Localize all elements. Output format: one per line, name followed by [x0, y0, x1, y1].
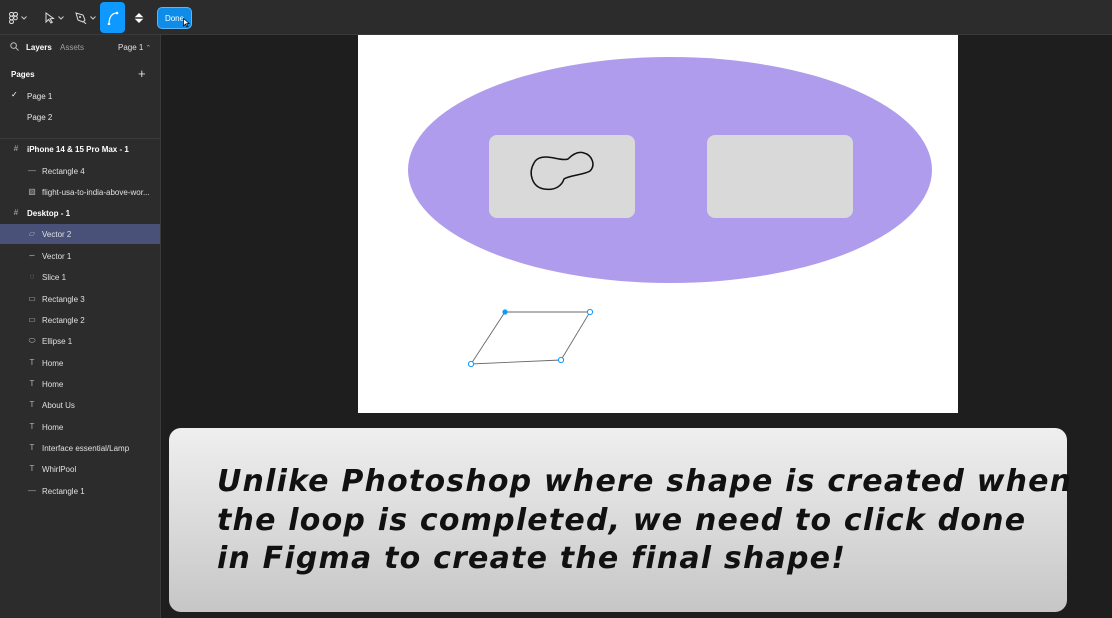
layer-rectangle-2[interactable]: ▭ Rectangle 2 [0, 310, 160, 330]
layer-text-home[interactable]: T Home [0, 353, 160, 373]
layer-label: Interface essential/Lamp [42, 444, 130, 453]
text-icon: T [29, 358, 35, 367]
page-item-page-2[interactable]: Page 2 [0, 107, 161, 127]
layer-text-home[interactable]: T Home [0, 374, 160, 394]
layer-text-home[interactable]: T Home [0, 417, 160, 437]
rectangle-icon: ▭ [28, 294, 36, 303]
tab-layers[interactable]: Layers [26, 43, 52, 52]
layer-label: Vector 1 [42, 252, 72, 261]
layer-label: Slice 1 [42, 273, 67, 282]
pages-header: Pages + [0, 67, 161, 83]
pages-heading: Pages [11, 70, 35, 79]
layer-label: Home [42, 423, 64, 432]
tutorial-caption: Unlike Photoshop where shape is created … [169, 428, 1071, 612]
anchor-point[interactable] [467, 360, 475, 368]
desktop-frame[interactable] [358, 35, 958, 413]
caption-line-2: the loop is completed, we need to click … [217, 503, 1027, 538]
pen-tool-button[interactable] [73, 4, 97, 31]
layer-label: Vector 2 [42, 230, 72, 239]
layer-text-about-us[interactable]: T About Us [0, 395, 160, 415]
ellipse-icon: ⬭ [28, 336, 36, 345]
caption-line-1: Unlike Photoshop where shape is created … [217, 464, 1073, 499]
text-icon: T [29, 443, 35, 452]
page-item-page-1[interactable]: ✓ Page 1 [0, 86, 161, 106]
layer-label: Rectangle 2 [42, 316, 85, 325]
text-icon: T [29, 379, 35, 388]
layer-label: flight-usa-to-india-above-wor... [42, 188, 150, 197]
line-icon: — [28, 166, 36, 175]
vector-2[interactable] [467, 308, 594, 368]
chevron-down-icon [89, 15, 96, 20]
layer-label: Home [42, 359, 64, 368]
page-selector[interactable]: Page 1 ⌃ [118, 43, 151, 52]
layer-label: Desktop - 1 [27, 209, 71, 218]
layer-label: Rectangle 1 [42, 487, 85, 496]
layer-text-whirlpool[interactable]: T WhirlPool [0, 459, 160, 479]
layer-label: Rectangle 3 [42, 295, 85, 304]
layer-flight-image[interactable]: ▧ flight-usa-to-india-above-wor... [0, 182, 160, 202]
paint-bucket-icon [134, 12, 144, 23]
layer-label: iPhone 14 & 15 Pro Max - 1 [27, 145, 129, 154]
vector-icon: ▱ [28, 229, 36, 238]
figma-logo-icon [9, 11, 18, 24]
figma-app: Done Layers Assets Page 1 ⌃ Pages + ✓ Pag… [0, 0, 1112, 618]
artboard-content [408, 57, 932, 368]
move-tool-button[interactable] [42, 4, 66, 31]
page-item-label: Page 2 [27, 113, 53, 122]
layer-rectangle-4[interactable]: — Rectangle 4 [0, 161, 160, 181]
page-item-label: Page 1 [27, 92, 53, 101]
layer-label: Home [42, 380, 64, 389]
chevron-down-icon [57, 15, 64, 20]
line-icon: — [28, 486, 36, 495]
rectangle-2[interactable] [489, 135, 635, 218]
vector-icon: ∽ [28, 251, 36, 260]
rectangle-3[interactable] [707, 135, 853, 218]
layer-label: Ellipse 1 [42, 337, 73, 346]
layers-sidebar: Layers Assets Page 1 ⌃ Pages + ✓ Page 1 P… [0, 35, 161, 618]
image-icon: ▧ [28, 187, 36, 196]
layer-label: About Us [42, 401, 75, 410]
chevron-up-icon: ⌃ [145, 45, 152, 52]
search-icon[interactable] [10, 42, 19, 51]
bend-tool-button[interactable] [100, 2, 125, 33]
layer-vector-2[interactable]: ▱ Vector 2 [0, 224, 160, 244]
rectangle-icon: ▭ [28, 315, 36, 324]
layer-label: WhirlPool [42, 465, 77, 474]
toolbar: Done [0, 0, 1112, 35]
bend-curve-icon [107, 11, 118, 25]
tab-assets[interactable]: Assets [60, 43, 84, 52]
layer-rectangle-1[interactable]: — Rectangle 1 [0, 481, 160, 501]
frame-icon: # [13, 208, 19, 217]
main-menu-button[interactable] [7, 4, 29, 31]
page-selector-label: Page 1 [118, 43, 144, 52]
checkmark-icon: ✓ [11, 90, 18, 99]
layer-iphone-frame[interactable]: # iPhone 14 & 15 Pro Max - 1 [0, 139, 160, 159]
layer-desktop-frame[interactable]: # Desktop - 1 [0, 203, 160, 223]
paint-bucket-button[interactable] [129, 4, 149, 31]
layer-slice-1[interactable]: ◌ Slice 1 [0, 267, 160, 287]
text-icon: T [29, 400, 35, 409]
add-page-button[interactable]: + [138, 67, 146, 81]
sidebar-tabs: Layers Assets Page 1 ⌃ [0, 35, 161, 61]
ellipse-1[interactable] [408, 57, 932, 283]
mouse-pointer-icon [183, 18, 191, 28]
layer-vector-1[interactable]: ∽ Vector 1 [0, 246, 160, 266]
anchor-point[interactable] [586, 308, 594, 316]
layer-label: Rectangle 4 [42, 167, 85, 176]
anchor-point[interactable] [502, 309, 508, 315]
layer-text-lamp[interactable]: T Interface essential/Lamp [0, 438, 160, 458]
layer-ellipse-1[interactable]: ⬭ Ellipse 1 [0, 331, 160, 351]
text-icon: T [29, 422, 35, 431]
layer-rectangle-3[interactable]: ▭ Rectangle 3 [0, 289, 160, 309]
frame-icon: # [13, 144, 19, 153]
caption-line-3: in Figma to create the final shape! [217, 541, 847, 576]
chevron-down-icon [21, 15, 27, 20]
pen-icon [74, 11, 86, 24]
slice-icon: ◌ [29, 272, 35, 281]
anchor-point[interactable] [557, 356, 565, 364]
move-cursor-icon [45, 11, 55, 24]
text-icon: T [29, 464, 35, 473]
